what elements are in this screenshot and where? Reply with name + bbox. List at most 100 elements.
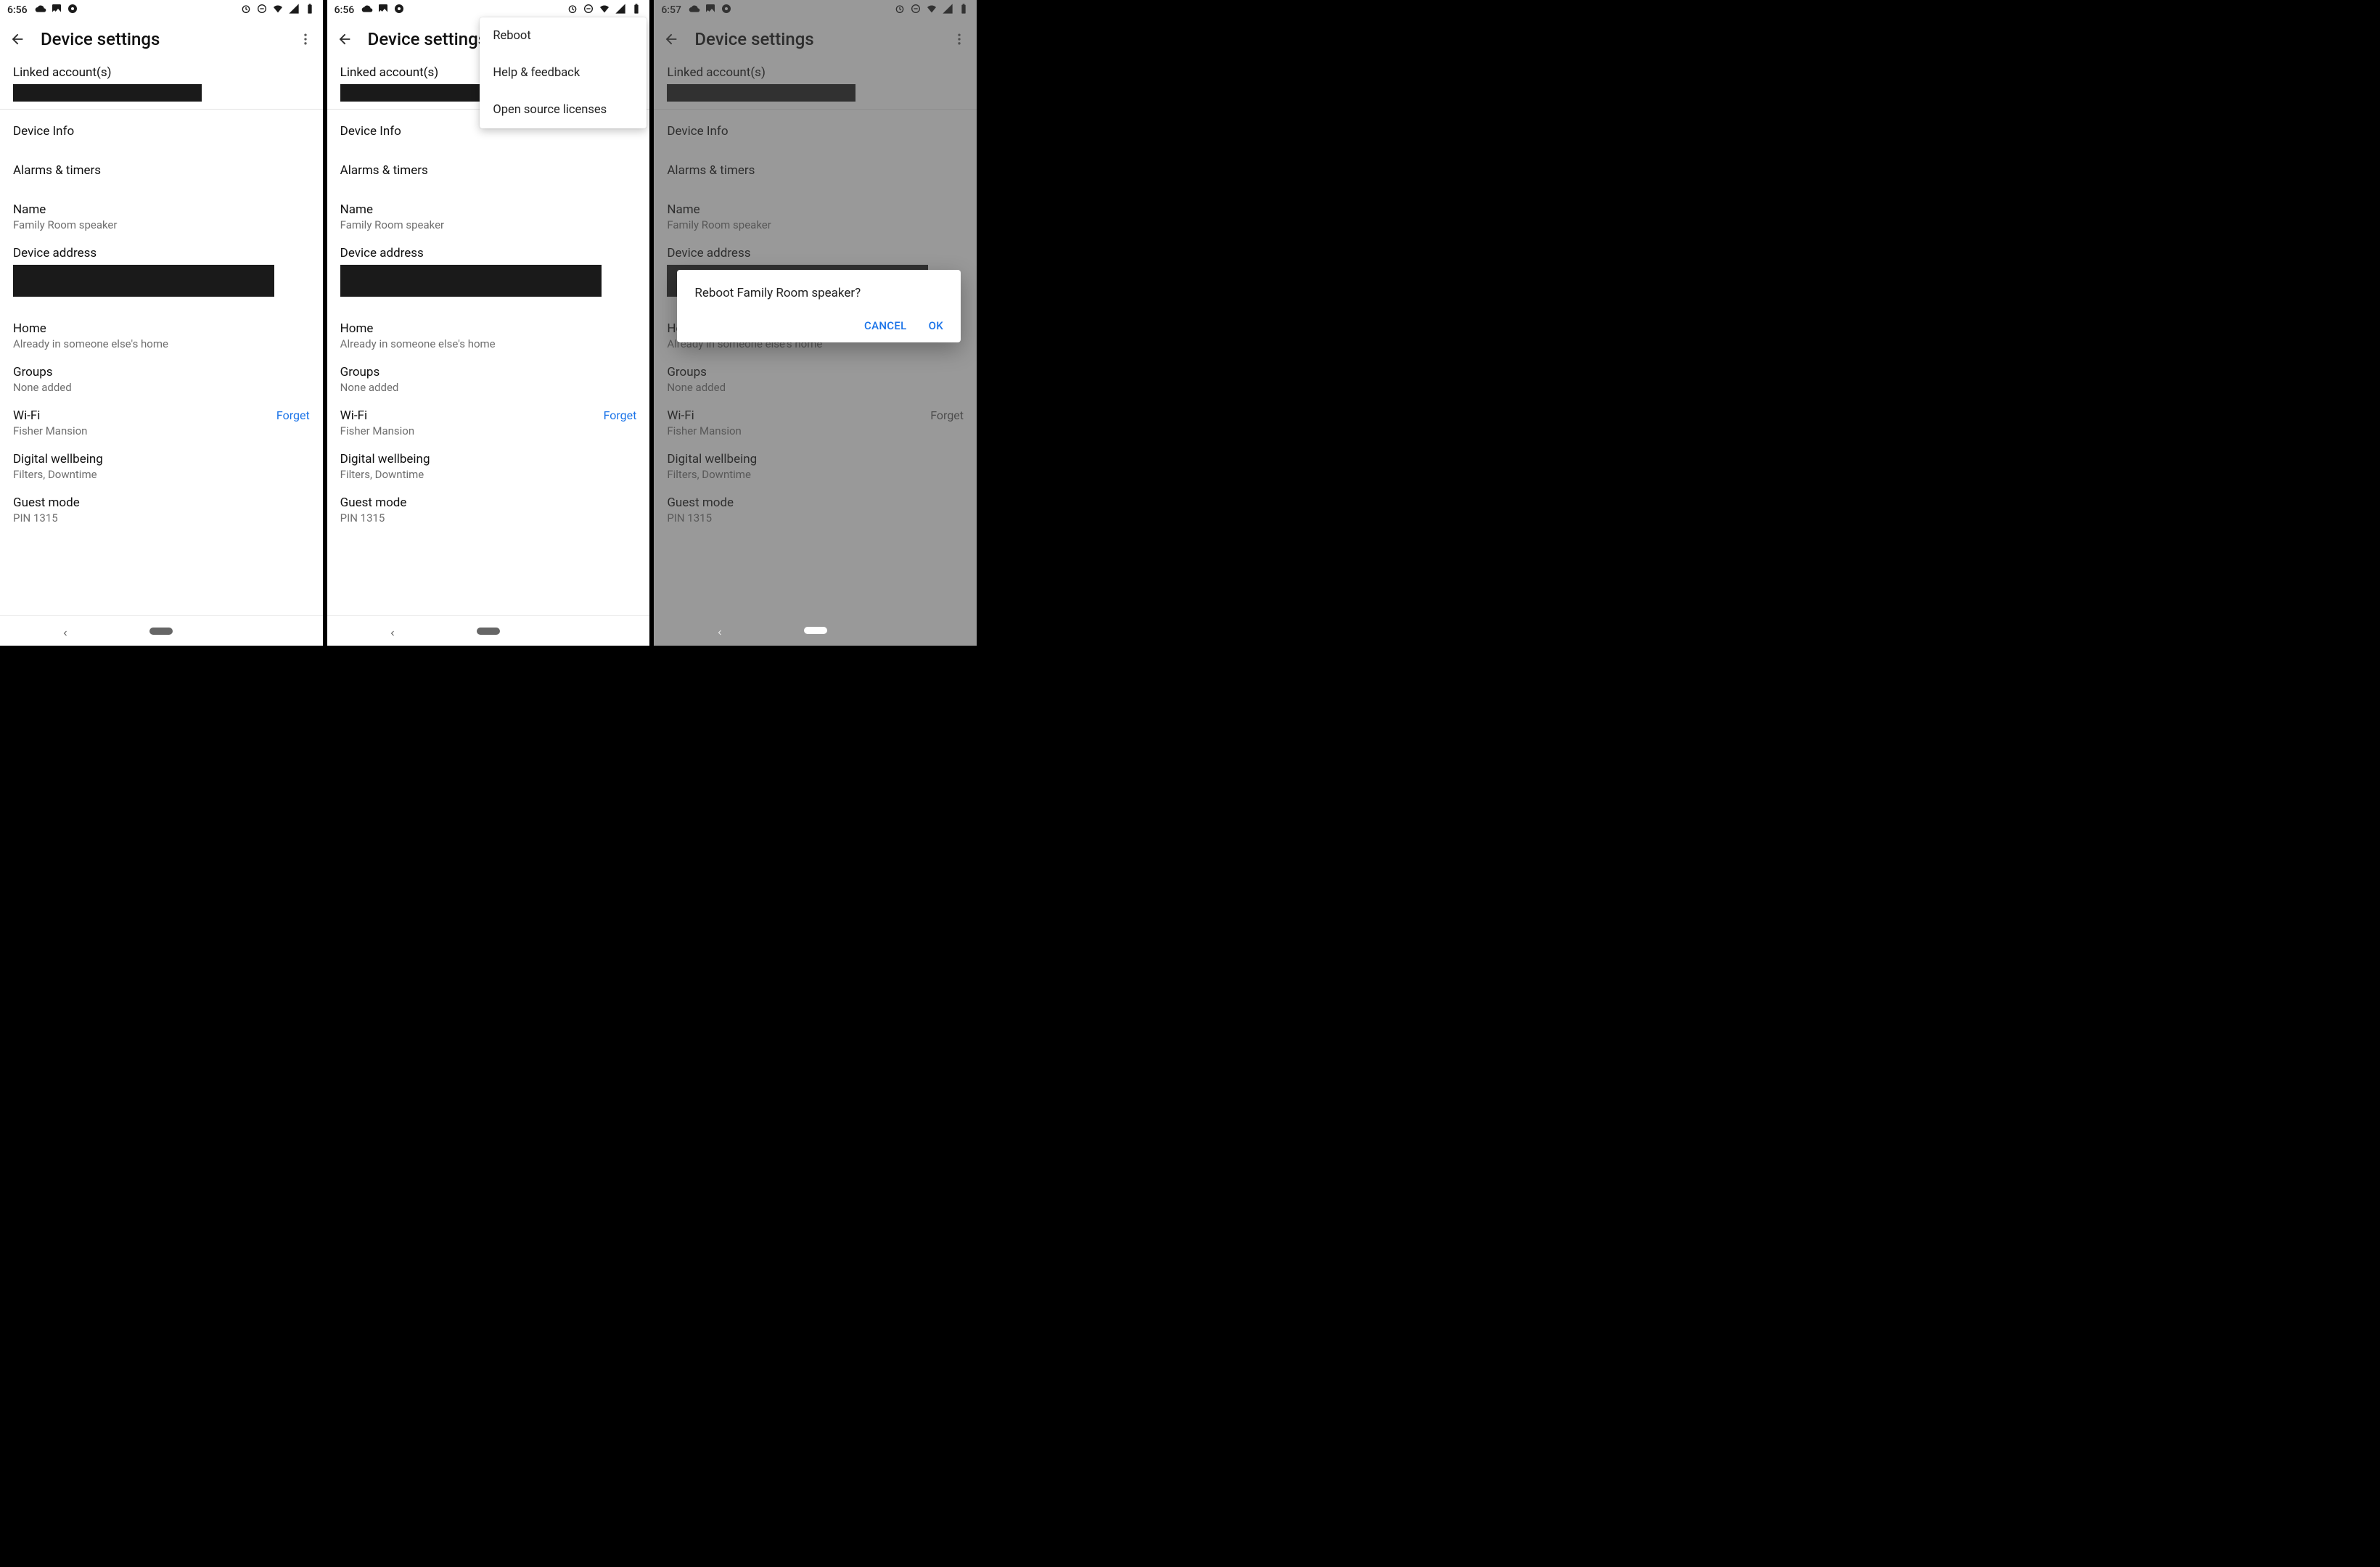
overflow-menu-button[interactable] <box>297 30 314 48</box>
groups-label: Groups <box>340 365 637 379</box>
home-label: Home <box>340 321 637 336</box>
device-address-redacted <box>340 265 602 297</box>
digital-wellbeing-value: Filters, Downtime <box>340 468 637 481</box>
wifi-icon <box>272 3 284 17</box>
screen-2: 6:56 Device settings Linked account(s) D… <box>327 0 654 646</box>
nav-back-icon[interactable] <box>61 627 70 636</box>
menu-item-open-source-licenses[interactable]: Open source licenses <box>480 91 647 128</box>
home-value: Already in someone else's home <box>340 337 637 350</box>
nav-bar <box>327 615 650 646</box>
name-row[interactable]: Name Family Room speaker <box>0 195 323 239</box>
groups-row[interactable]: Groups None added <box>327 358 650 401</box>
settings-list: Linked account(s) Device Info Alarms & t… <box>0 58 323 583</box>
device-address-row[interactable]: Device address <box>0 239 323 304</box>
nav-home-pill[interactable] <box>149 628 173 635</box>
name-row[interactable]: Name Family Room speaker <box>327 195 650 239</box>
back-button[interactable] <box>336 30 353 48</box>
device-address-redacted <box>13 265 274 297</box>
nav-back-icon[interactable] <box>388 627 397 636</box>
alarms-row[interactable]: Alarms & timers <box>327 156 650 185</box>
name-label: Name <box>340 202 637 217</box>
wifi-icon <box>599 3 610 17</box>
disc-icon <box>67 3 78 17</box>
wifi-label: Wi-Fi <box>13 408 87 423</box>
guest-mode-label: Guest mode <box>340 495 637 510</box>
status-time: 6:56 <box>335 4 355 16</box>
home-value: Already in someone else's home <box>13 337 310 350</box>
cell-icon <box>615 3 626 17</box>
image-icon <box>377 3 389 17</box>
linked-accounts-redacted <box>13 84 202 102</box>
status-bar: 6:56 <box>327 0 650 19</box>
guest-mode-value: PIN 1315 <box>340 511 637 525</box>
wifi-forget-button[interactable]: Forget <box>604 408 637 422</box>
groups-value: None added <box>13 381 310 394</box>
alarm-icon <box>240 3 252 17</box>
nav-home-pill[interactable] <box>804 627 827 634</box>
home-row[interactable]: Home Already in someone else's home <box>327 314 650 358</box>
battery-icon <box>631 3 642 17</box>
screen-3: 6:57 Device settings Linked account(s) D… <box>654 0 981 646</box>
digital-wellbeing-label: Digital wellbeing <box>340 452 637 466</box>
alarms-row[interactable]: Alarms & timers <box>0 156 323 185</box>
linked-accounts-row[interactable]: Linked account(s) <box>0 58 323 110</box>
linked-accounts-label: Linked account(s) <box>13 65 310 80</box>
groups-value: None added <box>340 381 637 394</box>
reboot-dialog: Reboot Family Room speaker? CANCEL OK <box>677 270 961 342</box>
app-header: Device settings <box>0 19 323 58</box>
alarms-label: Alarms & timers <box>13 163 310 178</box>
menu-item-reboot[interactable]: Reboot <box>480 17 647 54</box>
digital-wellbeing-row[interactable]: Digital wellbeing Filters, Downtime <box>0 445 323 488</box>
home-label: Home <box>13 321 310 336</box>
name-value: Family Room speaker <box>340 218 637 231</box>
digital-wellbeing-label: Digital wellbeing <box>13 452 310 466</box>
guest-mode-label: Guest mode <box>13 495 310 510</box>
battery-icon <box>304 3 316 17</box>
name-label: Name <box>13 202 310 217</box>
guest-mode-row[interactable]: Guest mode PIN 1315 <box>327 488 650 532</box>
guest-mode-row[interactable]: Guest mode PIN 1315 <box>0 488 323 532</box>
nav-bar <box>654 615 977 646</box>
cell-icon <box>288 3 300 17</box>
status-time: 6:56 <box>7 4 28 16</box>
wifi-value: Fisher Mansion <box>13 424 87 437</box>
cloud-icon <box>361 3 373 17</box>
device-info-row[interactable]: Device Info <box>0 110 323 146</box>
dialog-title: Reboot Family Room speaker? <box>694 286 943 300</box>
cloud-icon <box>35 3 46 17</box>
wifi-row[interactable]: Wi-Fi Fisher Mansion Forget <box>327 401 650 445</box>
alarm-icon <box>567 3 578 17</box>
device-info-label: Device Info <box>13 124 310 139</box>
nav-home-pill[interactable] <box>477 628 500 635</box>
screen-1: 6:56 Device settings Linked account(s) D… <box>0 0 327 646</box>
back-button[interactable] <box>9 30 26 48</box>
dialog-cancel-button[interactable]: CANCEL <box>864 319 907 332</box>
groups-row[interactable]: Groups None added <box>0 358 323 401</box>
menu-item-help-feedback[interactable]: Help & feedback <box>480 54 647 91</box>
wifi-label: Wi-Fi <box>340 408 414 423</box>
device-address-label: Device address <box>340 246 637 260</box>
status-bar: 6:56 <box>0 0 323 19</box>
wifi-forget-button[interactable]: Forget <box>276 408 310 422</box>
disc-icon <box>393 3 405 17</box>
alarms-label: Alarms & timers <box>340 163 637 178</box>
dialog-ok-button[interactable]: OK <box>929 319 943 332</box>
page-title: Device settings <box>41 29 282 49</box>
device-address-row[interactable]: Device address <box>327 239 650 304</box>
dnd-icon <box>256 3 268 17</box>
nav-back-icon[interactable] <box>715 626 724 635</box>
image-icon <box>51 3 62 17</box>
linked-accounts-redacted <box>340 84 485 102</box>
groups-label: Groups <box>13 365 310 379</box>
digital-wellbeing-value: Filters, Downtime <box>13 468 310 481</box>
nav-bar <box>0 615 323 646</box>
overflow-menu: Reboot Help & feedback Open source licen… <box>480 17 647 128</box>
name-value: Family Room speaker <box>13 218 310 231</box>
digital-wellbeing-row[interactable]: Digital wellbeing Filters, Downtime <box>327 445 650 488</box>
dnd-icon <box>583 3 594 17</box>
home-row[interactable]: Home Already in someone else's home <box>0 314 323 358</box>
wifi-value: Fisher Mansion <box>340 424 414 437</box>
device-address-label: Device address <box>13 246 310 260</box>
wifi-row[interactable]: Wi-Fi Fisher Mansion Forget <box>0 401 323 445</box>
guest-mode-value: PIN 1315 <box>13 511 310 525</box>
